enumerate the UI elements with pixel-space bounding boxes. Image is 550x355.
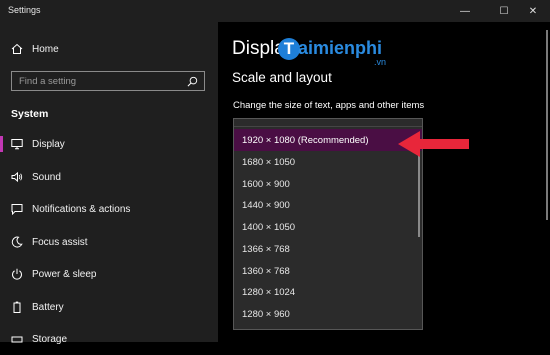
resolution-option-selected[interactable]: 1920 × 1080 (Recommended) xyxy=(234,129,422,151)
sidebar-item-label: Notifications & actions xyxy=(32,203,131,215)
speaker-icon xyxy=(11,171,23,183)
resolution-option[interactable]: 1360 × 768 xyxy=(234,260,422,282)
watermark-logo-letter: T xyxy=(278,38,300,60)
resolution-dropdown-list[interactable]: 1920 × 1080 (Recommended) 1680 × 1050 16… xyxy=(233,118,423,330)
resolution-option-label: 1360 × 768 xyxy=(242,265,290,277)
sidebar-item-focus-assist[interactable]: Focus assist xyxy=(0,226,218,258)
watermark-suffix: .vn xyxy=(374,57,387,67)
title-bar: Settings — ☐ ✕ xyxy=(0,0,550,22)
sidebar: Home Find a setting System Display Sound… xyxy=(0,22,218,345)
sidebar-item-power-sleep[interactable]: Power & sleep xyxy=(0,258,218,290)
minimize-button[interactable]: — xyxy=(448,0,482,22)
battery-icon xyxy=(13,301,21,313)
maximize-icon: ☐ xyxy=(499,5,509,17)
sidebar-item-storage[interactable]: Storage xyxy=(0,323,218,355)
sidebar-item-sound[interactable]: Sound xyxy=(0,161,218,193)
setting-description: Change the size of text, apps and other … xyxy=(233,100,425,111)
search-input[interactable]: Find a setting xyxy=(11,71,205,91)
window-title: Settings xyxy=(8,5,41,15)
sidebar-item-display[interactable]: Display xyxy=(0,128,218,160)
arrow-annotation-icon xyxy=(398,131,469,157)
active-indicator xyxy=(0,136,3,152)
sidebar-item-label: Display xyxy=(32,138,65,150)
close-icon: ✕ xyxy=(528,5,538,17)
power-icon xyxy=(12,268,22,280)
search-placeholder: Find a setting xyxy=(19,76,77,87)
sidebar-item-label: Focus assist xyxy=(32,236,88,248)
resolution-option-label: 1400 × 1050 xyxy=(242,221,296,233)
sidebar-item-label: Power & sleep xyxy=(32,268,97,280)
notification-icon xyxy=(11,204,23,215)
resolution-option-label: 1600 × 900 xyxy=(242,178,290,190)
sidebar-item-label: Battery xyxy=(32,301,64,313)
resolution-option[interactable]: 1280 × 960 xyxy=(234,303,422,325)
resolution-option-label: 1280 × 960 xyxy=(242,308,290,320)
watermark-brand: aimienphi xyxy=(298,38,383,58)
search-icon[interactable] xyxy=(187,76,198,87)
resolution-option[interactable]: 1680 × 1050 xyxy=(234,151,422,173)
resolution-option-label: 1366 × 768 xyxy=(242,243,290,255)
sidebar-item-battery[interactable]: Battery xyxy=(0,291,218,323)
sidebar-item-label: Sound xyxy=(32,171,61,183)
resolution-option-label: 1920 × 1080 (Recommended) xyxy=(242,134,369,146)
resolution-option-label: 1440 × 900 xyxy=(242,199,290,211)
minimize-icon: — xyxy=(460,5,470,17)
resolution-option[interactable]: 1400 × 1050 xyxy=(234,216,422,238)
resolution-option[interactable]: 1600 × 900 xyxy=(234,173,422,195)
monitor-icon xyxy=(11,139,23,150)
resolution-option-label: 1680 × 1050 xyxy=(242,156,296,168)
sidebar-item-label: Home xyxy=(32,43,59,55)
close-button[interactable]: ✕ xyxy=(516,0,550,22)
sidebar-item-notifications[interactable]: Notifications & actions xyxy=(0,193,218,225)
main-scrollbar[interactable] xyxy=(546,30,548,220)
resolution-option[interactable]: 1280 × 1024 xyxy=(234,281,422,303)
sidebar-item-label: Storage xyxy=(32,333,68,345)
resolution-option[interactable]: 1440 × 900 xyxy=(234,194,422,216)
sidebar-item-home[interactable]: Home xyxy=(0,33,218,65)
dropdown-header xyxy=(234,119,422,127)
section-label: System xyxy=(11,108,49,120)
resolution-option-label: 1280 × 1024 xyxy=(242,286,296,298)
moon-icon xyxy=(11,236,23,248)
storage-icon xyxy=(11,336,23,343)
home-icon xyxy=(11,43,23,54)
section-heading: Scale and layout xyxy=(232,70,332,85)
resolution-option[interactable]: 1366 × 768 xyxy=(234,238,422,260)
